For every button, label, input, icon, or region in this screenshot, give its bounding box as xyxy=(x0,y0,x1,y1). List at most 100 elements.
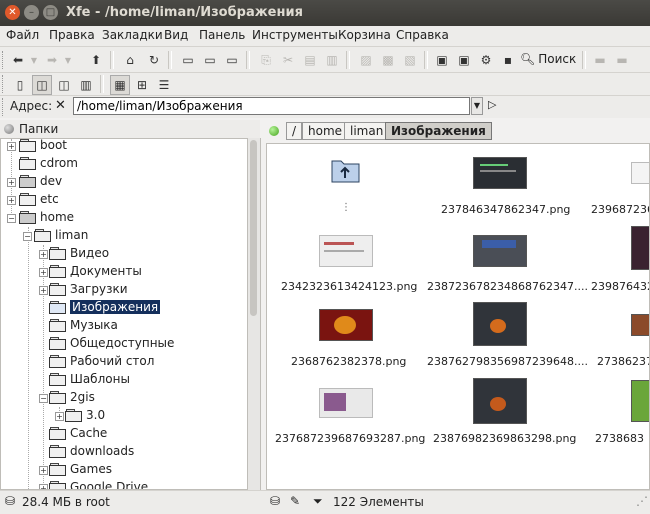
execute-button[interactable]: ⚙ xyxy=(476,50,496,70)
expand-video-toggle[interactable]: + xyxy=(39,250,48,259)
tree-item-games[interactable]: Games xyxy=(49,460,112,478)
menu-view[interactable]: Вид xyxy=(164,28,188,42)
menu-file[interactable]: Файл xyxy=(6,28,39,42)
breadcrumb-root[interactable]: / xyxy=(286,122,303,140)
clear-address-button[interactable]: ✕ xyxy=(55,98,66,113)
toolbar-grip[interactable] xyxy=(2,75,6,93)
new-symlink-button[interactable]: ▭ xyxy=(222,50,242,70)
expand-3-0-toggle[interactable]: + xyxy=(55,412,64,421)
back-button[interactable]: ⬅ xyxy=(8,50,28,70)
menu-tools[interactable]: Инструменты xyxy=(252,28,338,42)
image-thumbnail[interactable] xyxy=(319,388,373,418)
tree-item-images[interactable]: Изображения xyxy=(49,298,161,316)
collapse-2gis-toggle[interactable]: − xyxy=(39,394,48,403)
expand-etc-toggle[interactable]: + xyxy=(7,196,16,205)
tree-scrollbar-thumb[interactable] xyxy=(250,140,257,316)
terminal-button[interactable]: ▪ xyxy=(498,50,518,70)
small-icons-button[interactable]: ⊞ xyxy=(132,75,152,95)
expand-boot-toggle[interactable]: + xyxy=(7,142,16,151)
image-thumbnail[interactable] xyxy=(631,314,649,336)
tree-item-boot[interactable]: boot xyxy=(19,139,67,154)
menu-trash[interactable]: Корзина xyxy=(338,28,391,42)
mount-button[interactable]: ▬ xyxy=(590,50,610,70)
forward-button[interactable]: ➡ xyxy=(42,50,62,70)
edit-icon[interactable]: ✎ xyxy=(290,494,300,508)
refresh-button[interactable]: ↻ xyxy=(144,50,164,70)
expand-downloads-toggle[interactable]: + xyxy=(39,286,48,295)
tree-item-2gis[interactable]: 2gis xyxy=(49,388,95,406)
tree-item-etc[interactable]: etc xyxy=(19,190,59,208)
tree-item-cache[interactable]: Cache xyxy=(49,424,107,442)
image-thumbnail[interactable] xyxy=(473,235,527,267)
tree-item-documents[interactable]: Документы xyxy=(49,262,142,280)
file-name[interactable]: 2368762382378.png xyxy=(291,355,406,368)
trash-button[interactable]: ▨ xyxy=(356,50,376,70)
breadcrumb-images[interactable]: Изображения xyxy=(385,122,492,140)
one-panel-button[interactable]: ▯ xyxy=(10,75,30,95)
expand-games-toggle[interactable]: + xyxy=(39,466,48,475)
file-name[interactable]: 2342323613424123.png xyxy=(281,280,417,293)
file-name[interactable]: 2738683 xyxy=(595,432,644,445)
new-window-button[interactable]: ▣ xyxy=(432,50,452,70)
tree-item-video[interactable]: Видео xyxy=(49,244,109,262)
tree-item-desktop[interactable]: Рабочий стол xyxy=(49,352,154,370)
minimize-window-button[interactable]: – xyxy=(24,5,39,20)
tree-item-liman[interactable]: liman xyxy=(34,226,88,244)
copy-button[interactable]: ⎘ xyxy=(256,50,276,70)
unmount-button[interactable]: ▬ xyxy=(612,50,632,70)
forward-history-button[interactable]: ▼ xyxy=(62,50,74,70)
big-icons-button[interactable]: ▦ xyxy=(110,75,130,95)
file-name[interactable]: 23876982369863298.png xyxy=(433,432,576,445)
home-button[interactable]: ⌂ xyxy=(120,50,140,70)
breadcrumb-home[interactable]: home xyxy=(302,122,349,140)
tree-item-downloads-ru[interactable]: Загрузки xyxy=(49,280,128,298)
image-thumbnail[interactable] xyxy=(631,162,649,184)
filter-icon[interactable]: ⏷ xyxy=(313,494,323,509)
root-window-button[interactable]: ▣ xyxy=(454,50,474,70)
collapse-liman-toggle[interactable]: − xyxy=(23,232,32,241)
image-thumbnail[interactable] xyxy=(473,378,527,424)
image-thumbnail[interactable] xyxy=(473,157,527,189)
file-name[interactable]: 237687239687693287.png xyxy=(275,432,425,445)
menu-bookmarks[interactable]: Закладки xyxy=(102,28,163,42)
breadcrumb-liman[interactable]: liman xyxy=(344,122,390,140)
cut-button[interactable]: ✂ xyxy=(278,50,298,70)
tree-item-3-0[interactable]: 3.0 xyxy=(65,406,105,424)
detailed-list-button[interactable]: ☰ xyxy=(154,75,174,95)
resize-grip-icon[interactable]: ⋰ xyxy=(636,494,648,508)
parent-directory-item[interactable] xyxy=(331,157,361,183)
address-history-dropdown[interactable]: ▼ xyxy=(471,97,483,115)
file-name[interactable]: 239876432 xyxy=(591,280,649,293)
file-name[interactable]: 23872367823486876234​7.... xyxy=(427,280,588,293)
expand-documents-toggle[interactable]: + xyxy=(39,268,48,277)
tree-item-public[interactable]: Общедоступные xyxy=(49,334,174,352)
new-folder-button[interactable]: ▭ xyxy=(200,50,220,70)
tree-item-music[interactable]: Музыка xyxy=(49,316,118,334)
empty-trash-button[interactable]: ▧ xyxy=(400,50,420,70)
close-window-button[interactable]: ✕ xyxy=(5,5,20,20)
tree-item-downloads[interactable]: downloads xyxy=(49,442,134,460)
menu-panel[interactable]: Панель xyxy=(199,28,245,42)
menu-edit[interactable]: Правка xyxy=(49,28,95,42)
expand-dev-toggle[interactable]: + xyxy=(7,178,16,187)
tree-scrollbar[interactable] xyxy=(248,138,261,490)
tree-item-dev[interactable]: dev xyxy=(19,172,62,190)
new-file-button[interactable]: ▭ xyxy=(178,50,198,70)
tree-item-home[interactable]: home xyxy=(19,208,74,226)
address-input[interactable] xyxy=(73,97,470,115)
tree-two-panels-button[interactable]: ▥ xyxy=(76,75,96,95)
menu-help[interactable]: Справка xyxy=(396,28,449,42)
maximize-window-button[interactable]: □ xyxy=(43,5,58,20)
restore-button[interactable]: ▩ xyxy=(378,50,398,70)
tree-item-templates[interactable]: Шаблоны xyxy=(49,370,130,388)
image-thumbnail[interactable] xyxy=(319,309,373,341)
file-name[interactable]: 2396872364 xyxy=(591,203,649,216)
tree-item-cdrom[interactable]: cdrom xyxy=(19,154,78,172)
toolbar-grip[interactable] xyxy=(2,51,6,69)
go-button[interactable]: ▷ xyxy=(488,98,496,111)
image-thumbnail[interactable] xyxy=(473,302,527,346)
search-button[interactable]: 🔍︎ Поиск xyxy=(520,50,576,68)
image-thumbnail[interactable] xyxy=(631,380,649,422)
tree-item-google-drive[interactable]: Google Drive xyxy=(49,478,148,489)
delete-button[interactable]: ▥ xyxy=(322,50,342,70)
